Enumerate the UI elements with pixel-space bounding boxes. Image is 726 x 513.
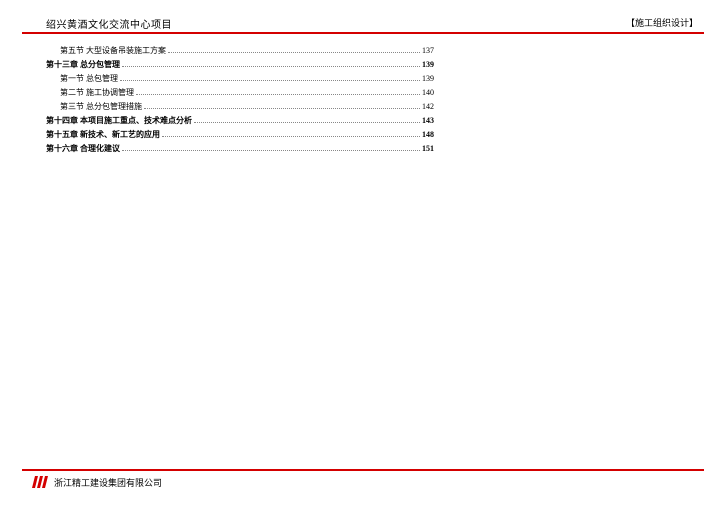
toc-row: 第十五章 新技术、新工艺的应用 148 [46,128,446,142]
toc-leader-dots [120,75,420,81]
toc-label: 第三节 总分包管理措施 [60,100,142,114]
toc-leader-dots [136,89,420,95]
toc-page-number: 139 [422,72,446,86]
toc-leader-dots [122,61,420,67]
toc-page-number: 142 [422,100,446,114]
header-rule [22,32,704,34]
toc-leader-dots [162,131,420,137]
toc-page-number: 148 [422,128,446,142]
toc-page-number: 143 [422,114,446,128]
company-logo-icon [32,475,48,487]
toc-label: 第一节 总包管理 [60,72,118,86]
page-header: 绍兴黄酒文化交流中心项目 【施工组织设计】 [22,10,704,40]
toc-row: 第十四章 本项目施工重点、技术难点分析 143 [46,114,446,128]
toc-row: 第十三章 总分包管理 139 [46,58,446,72]
toc-label: 第十六章 合理化建议 [46,142,120,156]
toc-label: 第十五章 新技术、新工艺的应用 [46,128,160,142]
document-page: 绍兴黄酒文化交流中心项目 【施工组织设计】 第五节 大型设备吊装施工方案137第… [22,10,704,503]
header-project-title: 绍兴黄酒文化交流中心项目 [46,16,172,31]
toc-row: 第三节 总分包管理措施 142 [46,100,446,114]
table-of-contents: 第五节 大型设备吊装施工方案 137 第十三章 总分包管理 139 第一节 总包管理 13… [46,44,446,156]
footer-rule [22,469,704,471]
toc-page-number: 137 [422,44,446,58]
toc-page-number: 140 [422,86,446,100]
toc-leader-dots [122,145,420,151]
header-doc-type: 【施工组织设计】 [626,16,698,29]
toc-page-number: 151 [422,142,446,156]
toc-label: 第五节 大型设备吊装施工方案 [60,44,166,58]
toc-label: 第二节 施工协调管理 [60,86,134,100]
toc-label: 第十四章 本项目施工重点、技术难点分析 [46,114,192,128]
toc-row: 第五节 大型设备吊装施工方案 137 [46,44,446,58]
toc-row: 第一节 总包管理 139 [46,72,446,86]
toc-leader-dots [144,103,420,109]
footer-company-name: 浙江精工建设集团有限公司 [54,476,162,489]
toc-label: 第十三章 总分包管理 [46,58,120,72]
toc-leader-dots [194,117,420,123]
toc-row: 第十六章 合理化建议 151 [46,142,446,156]
toc-leader-dots [168,47,420,53]
toc-row: 第二节 施工协调管理 140 [46,86,446,100]
toc-page-number: 139 [422,58,446,72]
page-footer: 浙江精工建设集团有限公司 [22,469,704,493]
